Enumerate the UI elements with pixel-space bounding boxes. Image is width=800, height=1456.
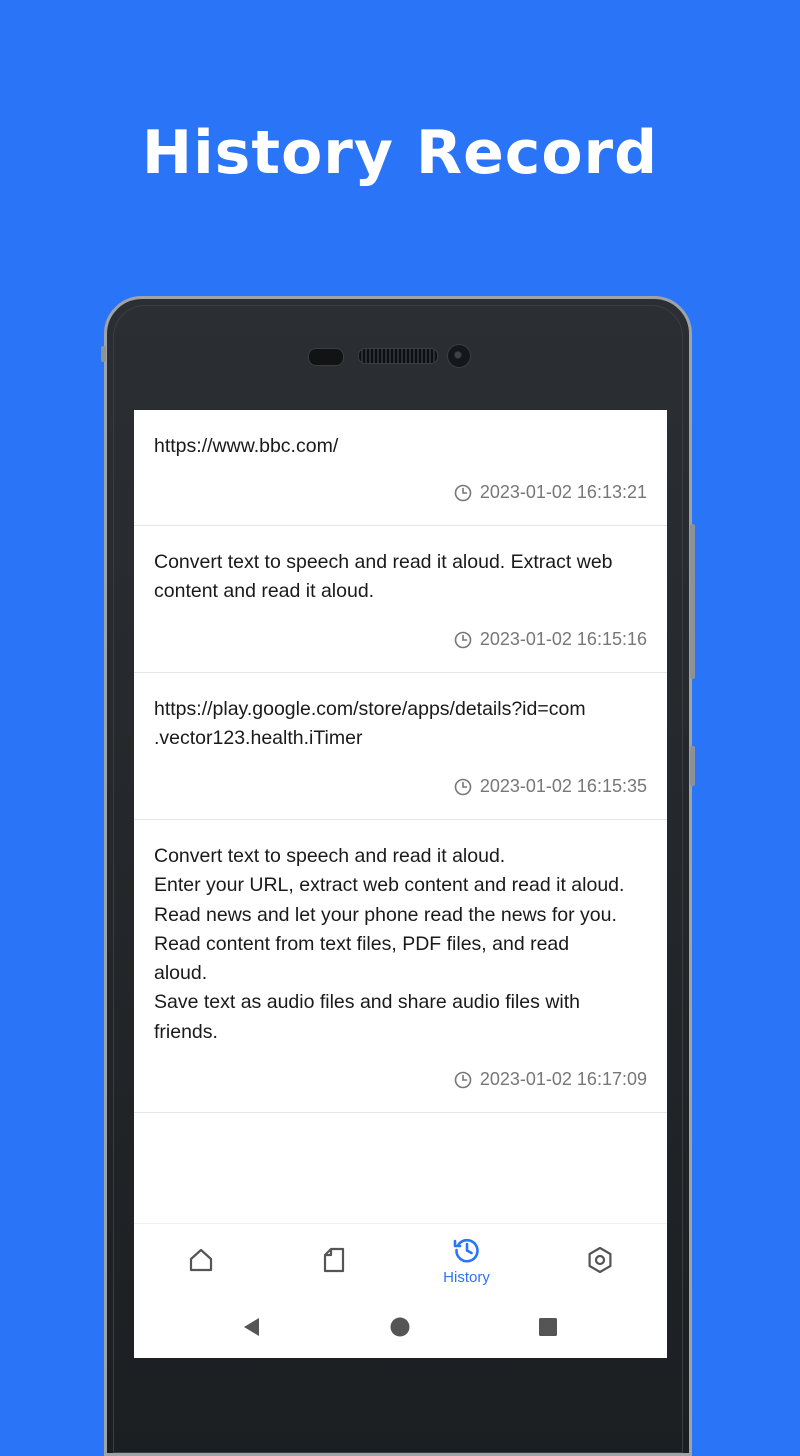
history-item-timestamp: 2023-01-02 16:15:16 <box>454 629 647 650</box>
history-item-timestamp: 2023-01-02 16:17:09 <box>454 1069 647 1090</box>
history-item-timestamp: 2023-01-02 16:13:21 <box>454 482 647 503</box>
system-back-button[interactable] <box>232 1296 272 1358</box>
phone-power-button <box>690 746 695 786</box>
history-item-timestamp: 2023-01-02 16:15:35 <box>454 776 647 797</box>
nav-history-label: History <box>443 1268 490 1286</box>
timestamp-text: 2023-01-02 16:17:09 <box>479 1069 647 1089</box>
earpiece-speaker <box>358 348 438 364</box>
history-item-text: https://play.google.com/store/apps/detai… <box>154 698 586 750</box>
nav-home[interactable] <box>134 1224 267 1296</box>
timestamp-text: 2023-01-02 16:15:16 <box>479 629 647 649</box>
app-screen: https://www.bbc.com/ 2023-01-02 16:13:21… <box>134 410 667 1358</box>
history-item-text: Convert text to speech and read it aloud… <box>154 551 613 603</box>
proximity-sensor <box>308 348 344 366</box>
history-icon <box>453 1238 479 1262</box>
promo-headline: History Record <box>141 118 659 188</box>
timestamp-text: 2023-01-02 16:13:21 <box>479 482 647 502</box>
phone-left-button <box>101 346 106 362</box>
history-item-text: Convert text to speech and read it aloud… <box>154 845 625 1043</box>
front-camera <box>447 344 471 368</box>
system-recents-button[interactable] <box>528 1296 568 1358</box>
system-navigation-bar <box>134 1296 667 1358</box>
clock-icon <box>454 778 472 795</box>
clock-icon <box>454 631 472 648</box>
history-item[interactable]: Convert text to speech and read it aloud… <box>134 526 667 673</box>
clock-icon <box>454 484 472 501</box>
nav-documents[interactable] <box>267 1224 400 1296</box>
timestamp-text: 2023-01-02 16:15:35 <box>479 776 647 796</box>
recents-square-icon <box>539 1318 557 1336</box>
history-item-text: https://www.bbc.com/ <box>154 435 339 457</box>
phone-volume-button <box>690 524 695 679</box>
nav-history[interactable]: History <box>400 1224 533 1296</box>
settings-icon <box>588 1246 611 1274</box>
history-item[interactable]: https://www.bbc.com/ 2023-01-02 16:13:21 <box>134 410 667 526</box>
home-circle-icon <box>390 1317 410 1337</box>
bottom-navigation: History <box>134 1223 667 1296</box>
history-item[interactable]: https://play.google.com/store/apps/detai… <box>134 673 667 820</box>
history-item[interactable]: Convert text to speech and read it aloud… <box>134 820 667 1113</box>
nav-settings[interactable] <box>533 1224 666 1296</box>
clock-icon <box>454 1071 472 1088</box>
document-icon <box>323 1247 344 1273</box>
system-home-button[interactable] <box>380 1296 420 1358</box>
back-triangle-icon <box>244 1318 259 1336</box>
home-icon <box>189 1248 212 1272</box>
history-list: https://www.bbc.com/ 2023-01-02 16:13:21… <box>134 410 667 1113</box>
